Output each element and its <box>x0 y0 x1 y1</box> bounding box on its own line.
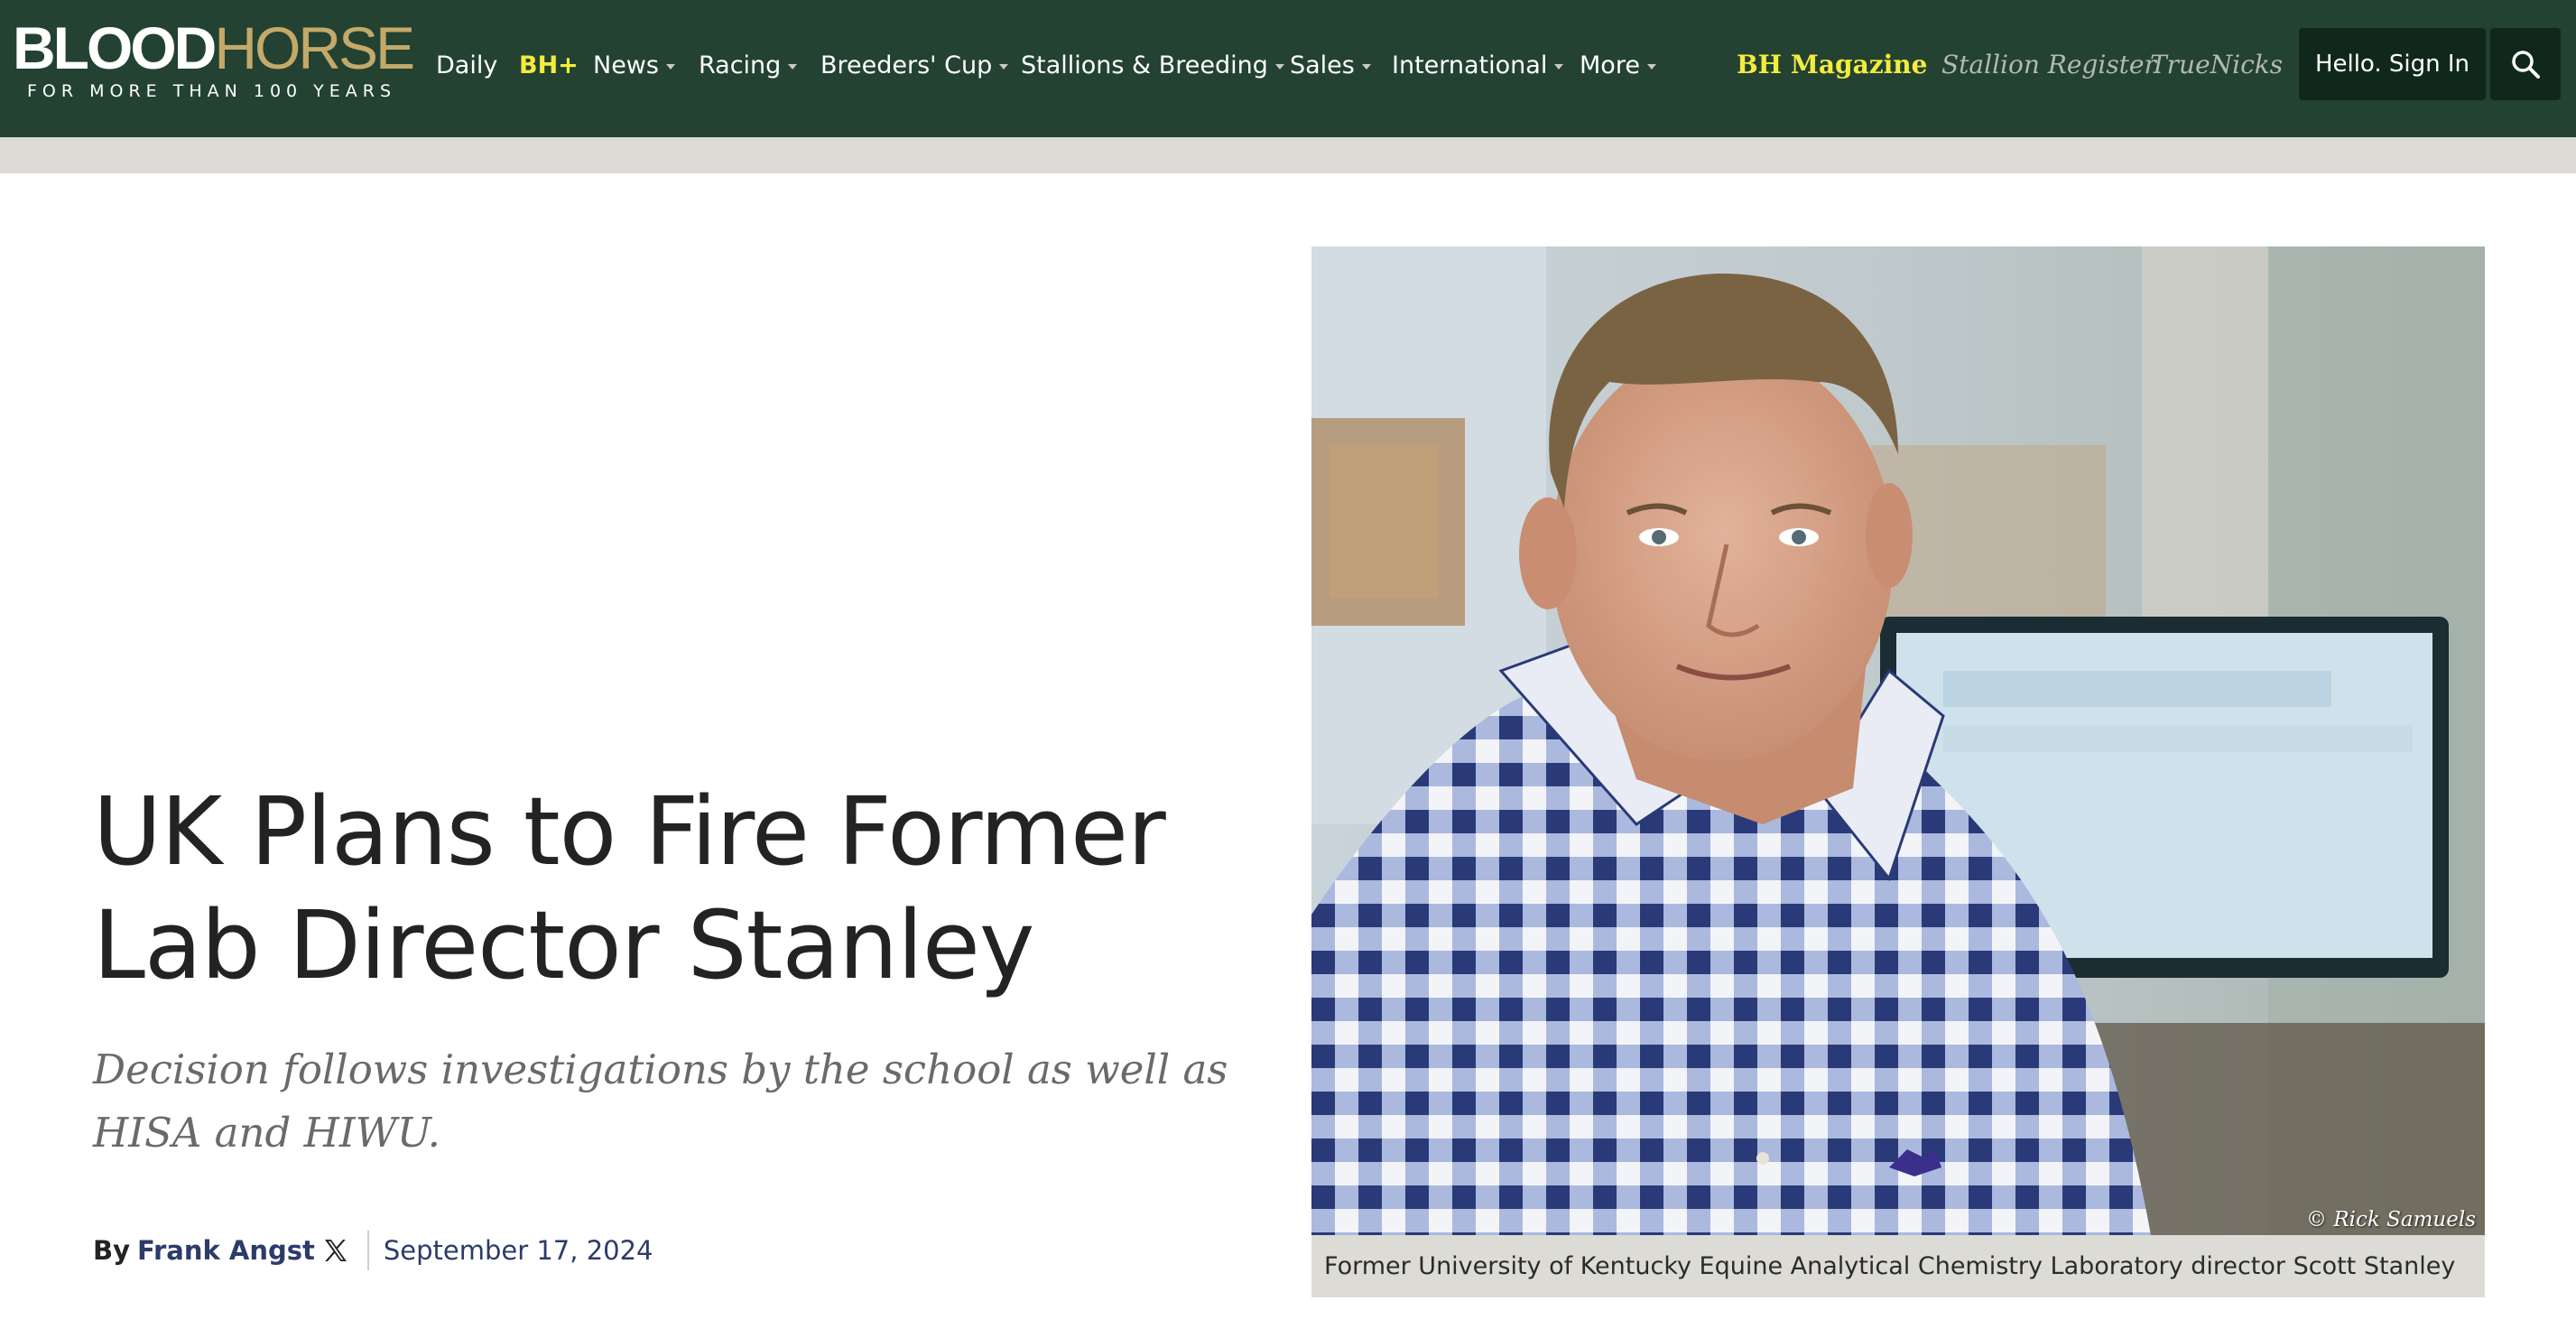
logo-horse: HORSE <box>214 14 415 81</box>
header-subbar <box>0 137 2576 173</box>
truenicks-link[interactable]: TrueNicks <box>2150 47 2283 81</box>
article-headline: UK Plans to Fire Former Lab Director Sta… <box>93 775 1266 1002</box>
nav-label: International <box>1392 51 1548 79</box>
search-button[interactable] <box>2490 28 2561 100</box>
photo-credit: © Rick Samuels <box>2306 1208 2476 1231</box>
nav-daily[interactable]: Daily <box>436 49 497 81</box>
publish-date: September 17, 2024 <box>383 1235 653 1266</box>
byline-prefix: By <box>93 1235 131 1266</box>
byline: By Frank Angst September 17, 2024 <box>93 1228 653 1273</box>
stallion-register-link[interactable]: Stallion Register <box>1941 47 2156 81</box>
nav-news[interactable]: News <box>593 49 675 81</box>
logo-wordmark: BLOODHORSE <box>13 14 415 81</box>
caret-down-icon <box>1274 64 1284 70</box>
nav-breeders-cup[interactable]: Breeders' Cup <box>820 49 1009 81</box>
author-link[interactable]: Frank Angst <box>137 1235 315 1266</box>
nav-label: BH+ <box>519 51 579 79</box>
x-twitter-icon[interactable] <box>322 1237 349 1264</box>
article-photo[interactable]: © Rick Samuels <box>1311 246 2485 1235</box>
caret-down-icon <box>999 64 1009 70</box>
nav-label: Sales <box>1290 51 1355 79</box>
subheadline-line: Decision follows investigations by the s… <box>93 1046 1228 1093</box>
article-subheadline: Decision follows investigations by the s… <box>93 1038 1228 1165</box>
caret-down-icon <box>788 64 798 70</box>
sign-in-button[interactable]: Hello. Sign In <box>2299 28 2486 100</box>
photo-caption: Former University of Kentucky Equine Ana… <box>1311 1235 2485 1297</box>
caret-down-icon <box>665 64 675 70</box>
nav-label: Breeders' Cup <box>820 51 993 79</box>
headline-line: Lab Director Stanley <box>93 890 1034 1000</box>
portrait-photo <box>1311 246 2485 1235</box>
nav-international[interactable]: International <box>1392 49 1564 81</box>
nav-label: More <box>1580 51 1640 79</box>
caret-down-icon <box>1554 64 1564 70</box>
site-header: BLOODHORSE FOR MORE THAN 100 YEARS Daily… <box>0 0 2576 137</box>
nav-stallions-breeding[interactable]: Stallions & Breeding <box>1021 49 1284 81</box>
byline-divider <box>366 1231 369 1270</box>
nav-label: Racing <box>699 51 782 79</box>
nav-bh-plus[interactable]: BH+ <box>519 49 579 81</box>
nav-label: News <box>593 51 659 79</box>
headline-line: UK Plans to Fire Former <box>93 776 1166 887</box>
caret-down-icon <box>1646 64 1656 70</box>
caret-down-icon <box>1361 64 1371 70</box>
nav-label: Daily <box>436 51 498 79</box>
subheadline-line: HISA and HIWU. <box>93 1109 440 1157</box>
nav-sales[interactable]: Sales <box>1290 49 1371 81</box>
search-icon <box>2512 51 2540 79</box>
logo-blood: BLOOD <box>13 14 217 81</box>
bh-magazine-link[interactable]: BH Magazine <box>1737 47 1927 81</box>
logo-tagline: FOR MORE THAN 100 YEARS <box>27 81 397 101</box>
nav-more[interactable]: More <box>1580 49 1656 81</box>
bloodhorse-logo[interactable]: BLOODHORSE FOR MORE THAN 100 YEARS <box>13 16 415 107</box>
nav-label: Stallions & Breeding <box>1021 51 1268 79</box>
nav-racing[interactable]: Racing <box>699 49 798 81</box>
